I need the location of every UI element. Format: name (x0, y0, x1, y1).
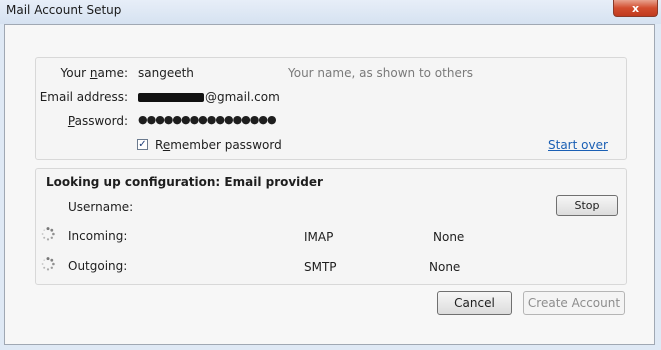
incoming-label: Incoming: (68, 229, 128, 243)
email-field[interactable]: @gmail.com (138, 90, 280, 104)
identity-group: Your name: sangeeth Your name, as shown … (35, 57, 627, 160)
username-label: Username: (68, 200, 134, 214)
stop-button[interactable]: Stop (556, 195, 618, 216)
remember-password-label: Remember password (155, 138, 282, 152)
close-icon: x (631, 1, 640, 15)
stop-button-label: Stop (574, 199, 600, 212)
create-account-button-label: Create Account (527, 296, 621, 310)
remember-password-checkbox[interactable]: ✓ (137, 139, 148, 150)
start-over-link[interactable]: Start over (548, 138, 608, 152)
title-bar: Mail Account Setup x (0, 0, 661, 24)
incoming-protocol: IMAP (304, 230, 334, 244)
redacted-email-user (138, 93, 204, 102)
outgoing-security: None (429, 260, 461, 274)
cancel-button[interactable]: Cancel (437, 291, 512, 315)
email-domain: @gmail.com (205, 90, 280, 104)
name-field[interactable]: sangeeth (138, 66, 194, 80)
cancel-button-label: Cancel (454, 296, 495, 310)
incoming-security: None (433, 230, 465, 244)
dialog-body: Your name: sangeeth Your name, as shown … (4, 24, 655, 345)
name-label: Your name: (60, 66, 128, 80)
outgoing-protocol: SMTP (304, 260, 337, 274)
config-heading: Looking up configuration: Email provider (46, 175, 323, 189)
outgoing-label: Outgoing: (68, 259, 128, 273)
email-label: Email address: (39, 90, 128, 104)
config-group: Looking up configuration: Email provider… (35, 168, 627, 285)
name-hint: Your name, as shown to others (288, 66, 474, 80)
password-label: Password: (67, 114, 128, 128)
window-title: Mail Account Setup (6, 3, 122, 17)
password-field[interactable]: ●●●●●●●●●●●●●●●● (138, 113, 277, 126)
create-account-button[interactable]: Create Account (523, 291, 625, 315)
incoming-spinner-icon (41, 227, 55, 241)
close-button[interactable]: x (613, 0, 658, 17)
outgoing-spinner-icon (41, 257, 55, 271)
